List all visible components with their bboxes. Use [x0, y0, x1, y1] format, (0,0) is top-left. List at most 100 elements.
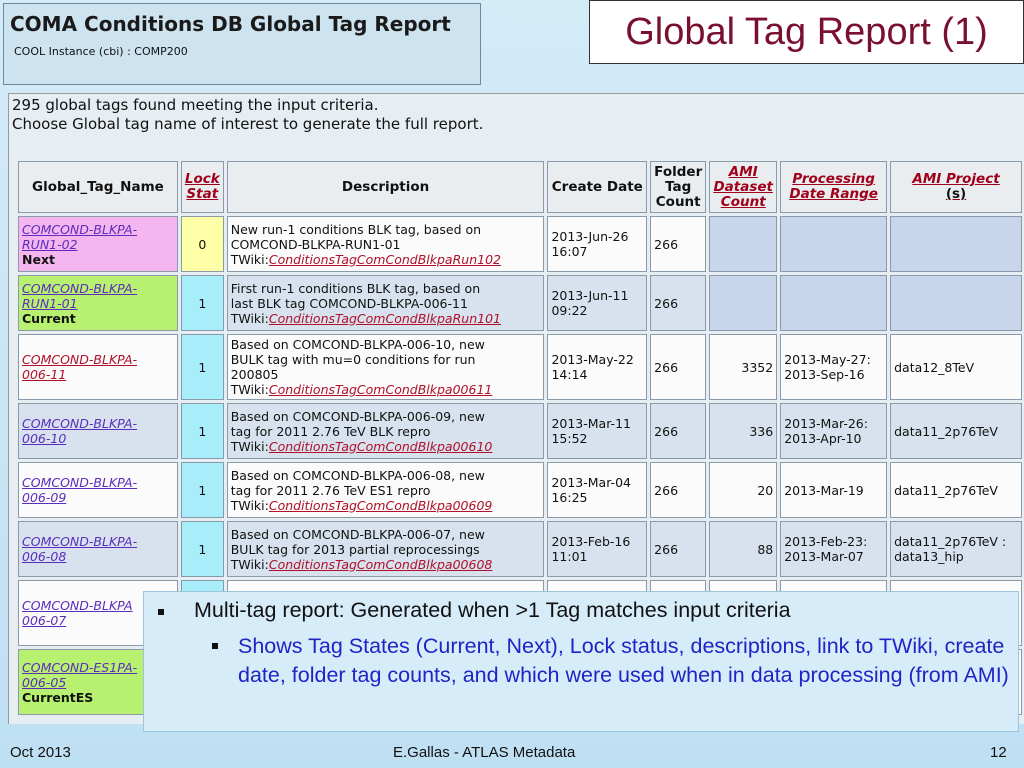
lock-stat-cell: 1 — [180, 275, 224, 331]
lock-stat-cell: 1 — [180, 334, 224, 400]
table-row: COMCOND-BLKPA- RUN1-01 Current 1 First run-1… — [18, 275, 1022, 331]
col-header-create-date: Create Date — [547, 161, 648, 213]
ami-project-suffix: (s) — [945, 186, 967, 202]
slide-title: Global Tag Report (1) — [589, 0, 1024, 64]
description-cell: Based on COMCOND-BLKPA-006-09, new tag fo… — [226, 403, 545, 459]
description-cell: Based on COMCOND-BLKPA-006-08, new tag fo… — [226, 462, 545, 518]
results-count-text: 295 global tags found meeting the input … — [12, 96, 379, 114]
tag-name-cell: COMCOND-BLKPA- 006-10 — [18, 403, 178, 459]
results-instruction-text: Choose Global tag name of interest to ge… — [12, 115, 484, 133]
folder-tag-count-cell: 266 — [650, 521, 707, 577]
lock-stat-cell: 1 — [180, 521, 224, 577]
twiki-link[interactable]: ConditionsTagComCondBlkpaRun102 — [269, 252, 501, 267]
bullet-square-icon — [158, 609, 164, 615]
ami-dataset-count-cell: 88 — [709, 521, 778, 577]
ami-project-cell — [890, 216, 1022, 272]
tag-name-link[interactable]: COMCOND-BLKPA 006-07 — [22, 598, 133, 628]
lock-stat-cell: 1 — [180, 462, 224, 518]
table-row: COMCOND-BLKPA- 006-10 1 Based on COMCOND-BL… — [18, 403, 1022, 459]
col-header-ami-dataset-count[interactable]: AMI Dataset Count — [709, 161, 778, 213]
footer-date: Oct 2013 — [10, 744, 71, 761]
table-row: COMCOND-BLKPA- RUN1-02 Next 0 New run-1 cond… — [18, 216, 1022, 272]
twiki-link[interactable]: ConditionsTagComCondBlkpaRun101 — [269, 311, 501, 326]
description-cell: First run-1 conditions BLK tag, based on… — [226, 275, 545, 331]
callout-box: Multi-tag report: Generated when >1 Tag … — [143, 591, 1019, 732]
create-date-cell: 2013-Mar-04 16:25 — [547, 462, 648, 518]
ami-dataset-count-cell: 3352 — [709, 334, 778, 400]
create-date-cell: 2013-May-22 14:14 — [547, 334, 648, 400]
ami-project-cell — [890, 275, 1022, 331]
tag-name-link[interactable]: COMCOND-BLKPA- 006-08 — [22, 534, 137, 564]
processing-date-range-cell: 2013-May-27: 2013-Sep-16 — [780, 334, 888, 400]
folder-tag-count-cell: 266 — [650, 275, 707, 331]
twiki-link[interactable]: ConditionsTagComCondBlkpa00610 — [269, 439, 493, 454]
processing-date-range-cell — [780, 216, 888, 272]
folder-tag-count-cell: 266 — [650, 403, 707, 459]
tag-name-cell: COMCOND-BLKPA- RUN1-01 Current — [18, 275, 178, 331]
callout-bullet-1-text: Multi-tag report: Generated when >1 Tag … — [194, 598, 791, 622]
create-date-cell: 2013-Feb-16 11:01 — [547, 521, 648, 577]
ami-project-sort-link[interactable]: AMI Project — [912, 171, 999, 187]
tag-state-label: Next — [22, 251, 55, 267]
col-header-folder-tag-count: Folder Tag Count — [650, 161, 707, 213]
description-cell: Based on COMCOND-BLKPA-006-07, new BULK t… — [226, 521, 545, 577]
ami-project-cell: data11_2p76TeV — [890, 462, 1022, 518]
cool-instance-label: COOL Instance (cbi) : COMP200 — [14, 45, 188, 58]
description-cell: Based on COMCOND-BLKPA-006-10, new BULK t… — [226, 334, 545, 400]
description-cell: New run-1 conditions BLK tag, based on CO… — [226, 216, 545, 272]
folder-tag-count-cell: 266 — [650, 462, 707, 518]
ami-project-cell: data12_8TeV — [890, 334, 1022, 400]
create-date-cell: 2013-Mar-11 15:52 — [547, 403, 648, 459]
results-summary: 295 global tags found meeting the input … — [12, 96, 483, 134]
tag-name-link[interactable]: COMCOND-ES1PA- 006-05 — [22, 660, 137, 690]
create-date-cell: 2013-Jun-11 09:22 — [547, 275, 648, 331]
ami-dataset-count-cell: 20 — [709, 462, 778, 518]
folder-tag-count-cell: 266 — [650, 216, 707, 272]
folder-tag-count-cell: 266 — [650, 334, 707, 400]
tag-name-cell: COMCOND-BLKPA- 006-09 — [18, 462, 178, 518]
col-header-description: Description — [226, 161, 545, 213]
ami-dataset-count-cell: 336 — [709, 403, 778, 459]
ami-dataset-count-sort-link[interactable]: AMI Dataset Count — [713, 164, 773, 210]
table-row: COMCOND-BLKPA- 006-09 1 Based on COMCOND-BL… — [18, 462, 1022, 518]
tag-name-link[interactable]: COMCOND-BLKPA- 006-09 — [22, 475, 137, 505]
twiki-link[interactable]: ConditionsTagComCondBlkpa00609 — [269, 498, 493, 513]
lock-stat-cell: 0 — [180, 216, 224, 272]
tag-name-cell: COMCOND-BLKPA- 006-08 — [18, 521, 178, 577]
callout-bullet-1: Multi-tag report: Generated when >1 Tag … — [154, 598, 791, 623]
tag-name-cell: COMCOND-BLKPA- 006-11 — [18, 334, 178, 400]
coma-title: COMA Conditions DB Global Tag Report — [10, 12, 451, 36]
bullet-square-icon — [212, 643, 218, 649]
col-header-ami-project[interactable]: AMI Project (s) — [890, 161, 1022, 213]
footer-author: E.Gallas - ATLAS Metadata — [393, 744, 576, 761]
processing-date-range-cell — [780, 275, 888, 331]
callout-bullet-2-text: Shows Tag States (Current, Next), Lock s… — [238, 634, 1009, 687]
tag-state-label: Current — [22, 310, 76, 326]
create-date-cell: 2013-Jun-26 16:07 — [547, 216, 648, 272]
tag-state-label: CurrentES — [22, 689, 94, 705]
col-header-processing-date-range[interactable]: Processing Date Range — [780, 161, 888, 213]
table-header-row: Global_Tag_Name Lock Stat Description Cr… — [18, 161, 1022, 213]
processing-date-range-cell: 2013-Mar-19 — [780, 462, 888, 518]
twiki-link[interactable]: ConditionsTagComCondBlkpa00608 — [269, 557, 493, 572]
ami-project-cell: data11_2p76TeV — [890, 403, 1022, 459]
ami-dataset-count-cell — [709, 216, 778, 272]
tag-name-cell: COMCOND-BLKPA- RUN1-02 Next — [18, 216, 178, 272]
processing-date-range-sort-link[interactable]: Processing Date Range — [789, 171, 878, 202]
tag-name-link[interactable]: COMCOND-BLKPA- RUN1-01 — [22, 281, 137, 311]
table-row: COMCOND-BLKPA- 006-08 1 Based on COMCOND-BL… — [18, 521, 1022, 577]
ami-project-cell: data11_2p76TeV : data13_hip — [890, 521, 1022, 577]
ami-dataset-count-cell — [709, 275, 778, 331]
lock-stat-cell: 1 — [180, 403, 224, 459]
tag-name-link[interactable]: COMCOND-BLKPA- 006-11 — [22, 352, 137, 382]
processing-date-range-cell: 2013-Feb-23: 2013-Mar-07 — [780, 521, 888, 577]
tag-name-link[interactable]: COMCOND-BLKPA- 006-10 — [22, 416, 137, 446]
table-row: COMCOND-BLKPA- 006-11 1 Based on COMCOND-BL… — [18, 334, 1022, 400]
col-header-lock-stat[interactable]: Lock Stat — [180, 161, 224, 213]
lock-stat-sort-link[interactable]: Lock Stat — [185, 171, 220, 202]
footer-page-number: 12 — [990, 744, 1007, 761]
twiki-link[interactable]: ConditionsTagComCondBlkpa00611 — [269, 382, 493, 397]
tag-name-link[interactable]: COMCOND-BLKPA- RUN1-02 — [22, 222, 137, 252]
col-header-global-tag-name: Global_Tag_Name — [18, 161, 178, 213]
callout-bullet-2: Shows Tag States (Current, Next), Lock s… — [210, 632, 1010, 690]
